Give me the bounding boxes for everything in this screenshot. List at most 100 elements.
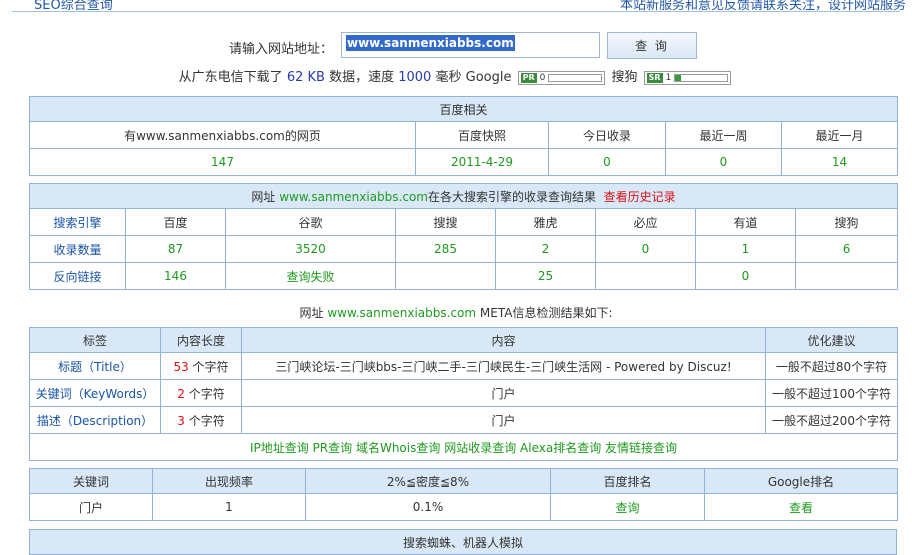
url-input[interactable]: www.sanmenxiabbs.com — [341, 32, 600, 58]
pr-bar — [548, 73, 603, 82]
history-link[interactable]: 查看历史记录 — [604, 190, 676, 204]
engines-header-engine: 搜索引擎 — [29, 208, 126, 236]
meta-caption-prefix: 网址 — [299, 306, 324, 320]
kw-density: 0.1% — [305, 493, 551, 521]
sr-bar-fill — [675, 74, 681, 81]
meta-advice-keywords: 一般不超过100个字符 — [765, 379, 898, 407]
whois-lookup-link[interactable]: 域名Whois查询 — [356, 441, 440, 455]
meta-length-title-unit: 个字符 — [192, 359, 229, 374]
backlinks-baidu[interactable]: 146 — [125, 262, 226, 290]
meta-tag-title: 标题（Title） — [29, 352, 161, 380]
pr-lookup-link[interactable]: PR查询 — [313, 441, 353, 455]
meta-tag-keywords: 关键词（KeyWords） — [29, 379, 161, 407]
engines-header-sogou: 搜狗 — [794, 208, 899, 236]
meta-length-title-num: 53 — [173, 359, 189, 374]
indexed-baidu[interactable]: 87 — [125, 235, 226, 263]
meta-header-length: 内容长度 — [160, 327, 242, 353]
backlinks-sogou — [794, 262, 899, 290]
meta-length-keywords-unit: 个字符 — [188, 386, 225, 401]
kw-baidu-rank-link[interactable]: 查询 — [550, 493, 705, 521]
engines-header-google: 谷歌 — [225, 208, 396, 236]
search-label: 请输入网站地址： — [229, 42, 334, 57]
backlinks-yahoo[interactable]: 25 — [495, 262, 596, 290]
query-button[interactable]: 查 询 — [607, 32, 697, 59]
download-size: 62 KB — [286, 70, 325, 85]
indexed-label: 收录数量 — [29, 235, 126, 263]
engines-header-soso: 搜搜 — [395, 208, 496, 236]
kw-header-frequency: 出现频率 — [152, 468, 306, 494]
meta-content-keywords: 门户 — [241, 379, 766, 407]
divider — [12, 11, 900, 12]
kw-header-google-rank: Google排名 — [704, 468, 898, 494]
meta-header-content: 内容 — [241, 327, 766, 353]
kw-keyword: 门户 — [29, 493, 153, 521]
baidu-header-snapshot: 百度快照 — [415, 121, 549, 149]
spider-title: 搜索蜘蛛、机器人模拟 — [29, 529, 897, 555]
indexed-google[interactable]: 3520 — [225, 235, 396, 263]
indexed-yahoo[interactable]: 2 — [495, 235, 596, 263]
alexa-lookup-link[interactable]: Alexa排名查询 — [520, 441, 601, 455]
meta-length-keywords: 2 个字符 — [160, 379, 242, 407]
ip-lookup-link[interactable]: IP地址查询 — [250, 441, 309, 455]
indexed-soso[interactable]: 285 — [395, 235, 496, 263]
sr-badge: SR — [646, 72, 663, 83]
indexed-youdao[interactable]: 1 — [695, 235, 796, 263]
baidu-month-value[interactable]: 14 — [780, 148, 899, 176]
meta-length-description-unit: 个字符 — [188, 413, 225, 428]
baidu-title: 百度相关 — [28, 96, 899, 122]
sr-value: 1 — [665, 72, 672, 83]
engines-header-baidu: 百度 — [125, 208, 226, 236]
baidu-header-pages: 有www.sanmenxiabbs.com的网页 — [29, 121, 416, 149]
baidu-pages-value[interactable]: 147 — [29, 148, 416, 176]
backlinks-bing — [595, 262, 696, 290]
baidu-header-month: 最近一月 — [780, 121, 899, 149]
meta-length-description-num: 3 — [177, 413, 185, 428]
index-lookup-link[interactable]: 网站收录查询 — [444, 441, 516, 455]
meta-length-title: 53 个字符 — [160, 352, 242, 380]
download-stats: 从广东电信下载了 62 KB 数据，速度 1000 毫秒 Google PR 0… — [0, 66, 912, 86]
meta-tag-description: 描述（Description） — [29, 406, 161, 434]
search-bar: 请输入网站地址： www.sanmenxiabbs.com 查 询 — [0, 30, 912, 60]
meta-caption-domain[interactable]: www.sanmenxiabbs.com — [327, 306, 476, 320]
meta-advice-description: 一般不超过200个字符 — [765, 406, 898, 434]
sogou-label: 搜狗 — [611, 70, 638, 85]
kw-google-rank-link[interactable]: 查看 — [704, 493, 898, 521]
meta-table: 标签 内容长度 内容 优化建议 标题（Title） 53 个字符 三门峡论坛-三… — [29, 327, 898, 461]
sogou-rank-meter: SR 1 — [643, 70, 732, 85]
tool-links: IP地址查询 PR查询 域名Whois查询 网站收录查询 Alexa排名查询 友… — [29, 433, 898, 461]
spider-table: 搜索蜘蛛、机器人模拟 — [29, 529, 897, 555]
baidu-header-today: 今日收录 — [548, 121, 666, 149]
url-input-value: www.sanmenxiabbs.com — [346, 35, 515, 51]
meta-length-description: 3 个字符 — [160, 406, 242, 434]
engines-title-domain[interactable]: www.sanmenxiabbs.com — [279, 190, 428, 204]
backlinks-google[interactable]: 查询失败 — [225, 262, 396, 290]
backlinks-label: 反向链接 — [29, 262, 126, 290]
baidu-today-value[interactable]: 0 — [548, 148, 666, 176]
stats-suffix: 毫秒 — [435, 70, 462, 85]
google-label: Google — [465, 70, 512, 85]
meta-header-advice: 优化建议 — [765, 327, 898, 353]
indexed-bing[interactable]: 0 — [595, 235, 696, 263]
pr-value: 0 — [539, 72, 546, 83]
baidu-week-value[interactable]: 0 — [665, 148, 782, 176]
engines-title-prefix: 网址 — [251, 189, 276, 204]
download-speed: 1000 — [398, 70, 432, 85]
pagerank-meter: PR 0 — [517, 70, 606, 85]
top-banner: SEO综合查询 本站新服务和意见反馈请联系关注，设计网站服务 — [0, 0, 912, 12]
friendlink-lookup-link[interactable]: 友情链接查询 — [605, 441, 677, 455]
engines-header-bing: 必应 — [595, 208, 696, 236]
pr-badge: PR — [520, 72, 537, 83]
baidu-table: 百度相关 有www.sanmenxiabbs.com的网页 百度快照 今日收录 … — [28, 96, 899, 176]
backlinks-youdao[interactable]: 0 — [695, 262, 796, 290]
engines-title: 网址 www.sanmenxiabbs.com在各大搜索引擎的收录查询结果 查看… — [28, 183, 899, 209]
meta-header-tag: 标签 — [29, 327, 161, 353]
baidu-snapshot-value[interactable]: 2011-4-29 — [415, 148, 549, 176]
kw-header-baidu-rank: 百度排名 — [550, 468, 705, 494]
kw-frequency: 1 — [152, 493, 306, 521]
meta-caption-suffix: META信息检测结果如下: — [479, 306, 613, 320]
stats-prefix: 从广东电信下载了 — [178, 70, 283, 85]
keyword-table: 关键词 出现频率 2%≦密度≦8% 百度排名 Google排名 门户 1 0.1… — [29, 468, 898, 521]
engines-table: 网址 www.sanmenxiabbs.com在各大搜索引擎的收录查询结果 查看… — [28, 183, 899, 290]
kw-header-density: 2%≦密度≦8% — [305, 468, 551, 494]
indexed-sogou[interactable]: 6 — [794, 235, 899, 263]
